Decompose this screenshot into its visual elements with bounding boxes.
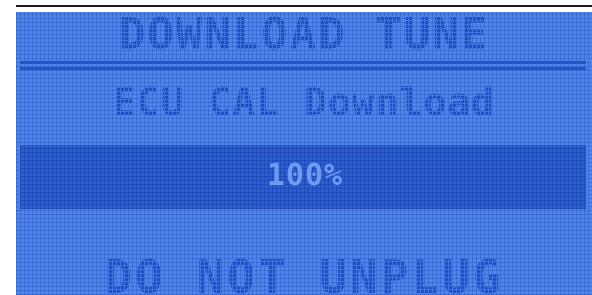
header-divider-top bbox=[20, 61, 586, 64]
top-rule bbox=[16, 5, 592, 7]
lcd-screen: DOWNLOAD TUNE ECU CAL Download 100% DO N… bbox=[16, 12, 592, 295]
screen-title: DOWNLOAD TUNE bbox=[16, 12, 592, 57]
header-divider-bottom bbox=[20, 67, 586, 70]
top-strip bbox=[0, 0, 592, 12]
download-status-label: ECU CAL Download bbox=[16, 80, 592, 124]
unplug-warning: DO NOT UNPLUG bbox=[16, 252, 592, 295]
progress-bar: 100% bbox=[20, 145, 586, 209]
progress-percentage: 100% bbox=[266, 158, 344, 193]
